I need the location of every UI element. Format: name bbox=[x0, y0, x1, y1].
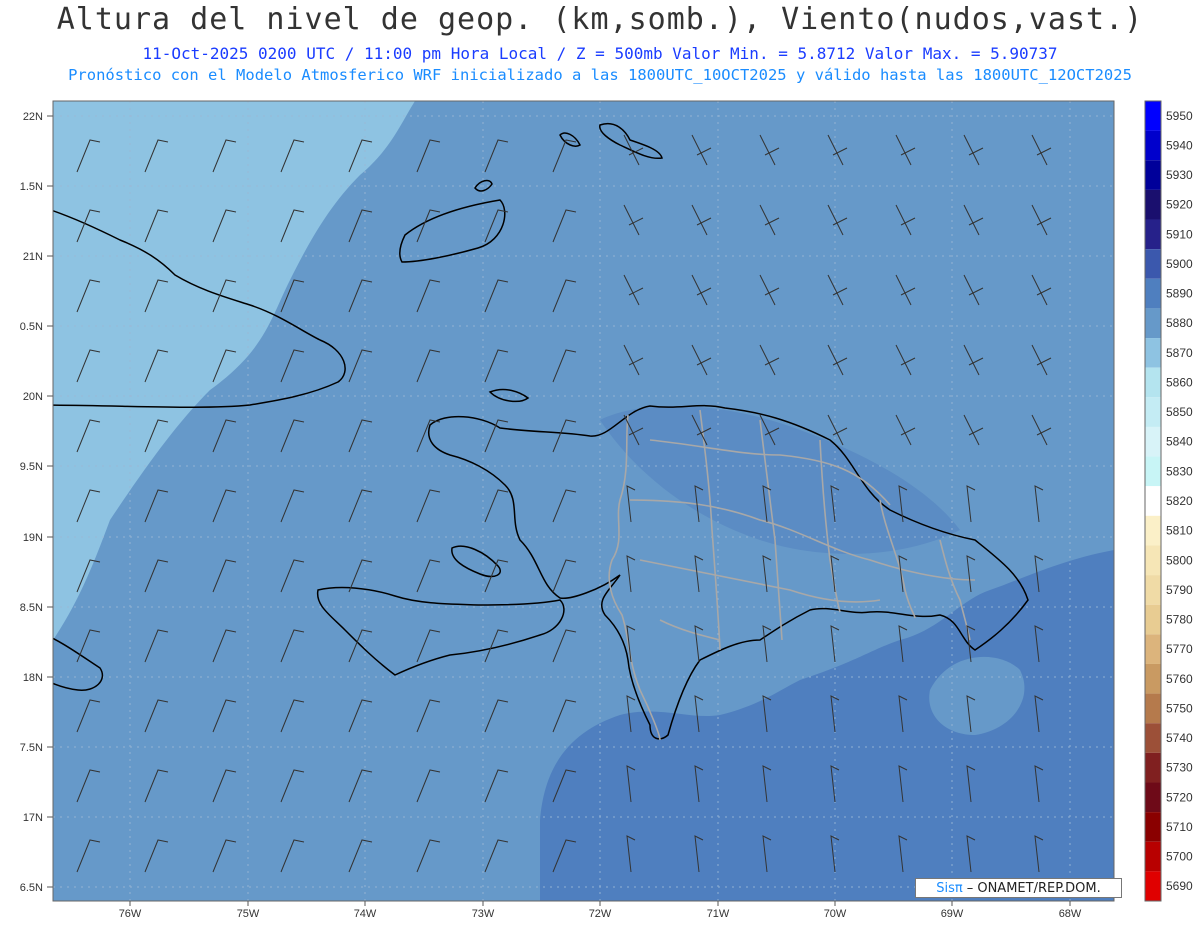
lat-label: 17N bbox=[23, 812, 43, 824]
colorbar-label: 5730 bbox=[1166, 761, 1193, 775]
lon-label: 74W bbox=[354, 908, 377, 920]
colorbar-label: 5740 bbox=[1166, 731, 1193, 745]
colorbar-swatch bbox=[1145, 575, 1161, 605]
colorbar-swatch bbox=[1145, 545, 1161, 576]
colorbar-label: 5800 bbox=[1166, 553, 1193, 567]
lon-label: 75W bbox=[237, 908, 260, 920]
latitude-axis: 22N 1.5N 21N 0.5N 20N 9.5N 19N 8.5N 18N … bbox=[20, 111, 43, 894]
colorbar-swatch bbox=[1145, 693, 1161, 724]
lat-label: 21N bbox=[23, 251, 43, 263]
colorbar-swatch bbox=[1145, 219, 1161, 250]
colorbar-swatch bbox=[1145, 160, 1161, 190]
colorbar-label: 5950 bbox=[1166, 109, 1193, 123]
lat-label: 7.5N bbox=[20, 742, 43, 754]
lon-label: 73W bbox=[472, 908, 495, 920]
colorbar-label: 5710 bbox=[1166, 820, 1193, 834]
lon-label: 68W bbox=[1059, 908, 1082, 920]
lon-label: 72W bbox=[589, 908, 612, 920]
colorbar-label: 5940 bbox=[1166, 138, 1193, 152]
colorbar-swatch bbox=[1145, 130, 1161, 161]
colorbar-swatch bbox=[1145, 426, 1161, 457]
lat-label: 6.5N bbox=[20, 882, 43, 894]
lon-label: 69W bbox=[941, 908, 964, 920]
longitude-ticks bbox=[129, 901, 1071, 906]
colorbar-swatch bbox=[1145, 752, 1161, 783]
colorbar-swatch bbox=[1145, 812, 1161, 842]
colorbar-label: 5920 bbox=[1166, 198, 1193, 212]
lon-label: 70W bbox=[824, 908, 847, 920]
colorbar-label: 5890 bbox=[1166, 287, 1193, 301]
color-scale-bar: 5950 5940 5930 5920 5910 5900 5890 5880 5870 5860… bbox=[1144, 100, 1193, 902]
colorbar-label: 5910 bbox=[1166, 227, 1193, 241]
colorbar-label: 5860 bbox=[1166, 375, 1193, 389]
sispi-logo: Sisπ bbox=[936, 880, 963, 896]
lon-label: 71W bbox=[707, 908, 730, 920]
colorbar-swatch bbox=[1145, 456, 1161, 487]
colorbar-label: 5870 bbox=[1166, 346, 1193, 360]
longitude-axis: 76W 75W 74W 73W 72W 71W 70W 69W 68W bbox=[119, 908, 1082, 920]
colorbar-label: 5760 bbox=[1166, 672, 1193, 686]
onamet-credit: Sisπ – ONAMET/REP.DOM. bbox=[915, 878, 1122, 898]
lat-label: 8.5N bbox=[20, 602, 43, 614]
colorbar-swatch bbox=[1145, 634, 1161, 664]
lat-label: 19N bbox=[23, 532, 43, 544]
colorbar-label: 5810 bbox=[1166, 524, 1193, 538]
colorbar-swatch bbox=[1145, 841, 1161, 872]
colorbar-swatch bbox=[1145, 308, 1161, 339]
colorbar-label: 5880 bbox=[1166, 316, 1193, 330]
credit-text: – ONAMET/REP.DOM. bbox=[966, 880, 1101, 896]
geopotential-map: 22N 1.5N 21N 0.5N 20N 9.5N 19N 8.5N 18N … bbox=[20, 100, 1193, 920]
colorbar-swatch bbox=[1145, 278, 1161, 309]
colorbar-swatch bbox=[1145, 189, 1161, 220]
lat-label: 0.5N bbox=[20, 321, 43, 333]
colorbar-label: 5790 bbox=[1166, 583, 1193, 597]
lat-label: 22N bbox=[23, 111, 43, 123]
lat-label: 18N bbox=[23, 672, 43, 684]
colorbar-label: 5720 bbox=[1166, 790, 1193, 804]
lat-label: 20N bbox=[23, 391, 43, 403]
colorbar-swatch bbox=[1145, 397, 1161, 427]
colorbar-swatch bbox=[1145, 249, 1161, 279]
colorbar-label: 5690 bbox=[1166, 879, 1193, 893]
colorbar-label: 5780 bbox=[1166, 613, 1193, 627]
colorbar-swatch bbox=[1145, 871, 1161, 901]
colorbar-swatch bbox=[1145, 782, 1161, 813]
latitude-ticks bbox=[47, 115, 53, 888]
colorbar-label: 5900 bbox=[1166, 257, 1193, 271]
colorbar-swatch bbox=[1145, 515, 1161, 546]
colorbar-swatch bbox=[1145, 367, 1161, 398]
lat-label: 1.5N bbox=[20, 181, 43, 193]
colorbar-label: 5930 bbox=[1166, 168, 1193, 182]
colorbar-label: 5770 bbox=[1166, 642, 1193, 656]
colorbar-swatch bbox=[1145, 604, 1161, 635]
lat-label: 9.5N bbox=[20, 461, 43, 473]
colorbar-swatch bbox=[1145, 663, 1161, 694]
colorbar-label: 5750 bbox=[1166, 701, 1193, 715]
colorbar-label: 5850 bbox=[1166, 405, 1193, 419]
colorbar-label: 5830 bbox=[1166, 464, 1193, 478]
lon-label: 76W bbox=[119, 908, 142, 920]
colorbar-swatch bbox=[1145, 486, 1161, 516]
colorbar-swatch bbox=[1145, 338, 1161, 368]
colorbar-swatch bbox=[1145, 723, 1161, 753]
colorbar-label: 5700 bbox=[1166, 850, 1193, 864]
colorbar-swatch bbox=[1145, 101, 1161, 131]
colorbar-label: 5840 bbox=[1166, 435, 1193, 449]
colorbar-label: 5820 bbox=[1166, 494, 1193, 508]
